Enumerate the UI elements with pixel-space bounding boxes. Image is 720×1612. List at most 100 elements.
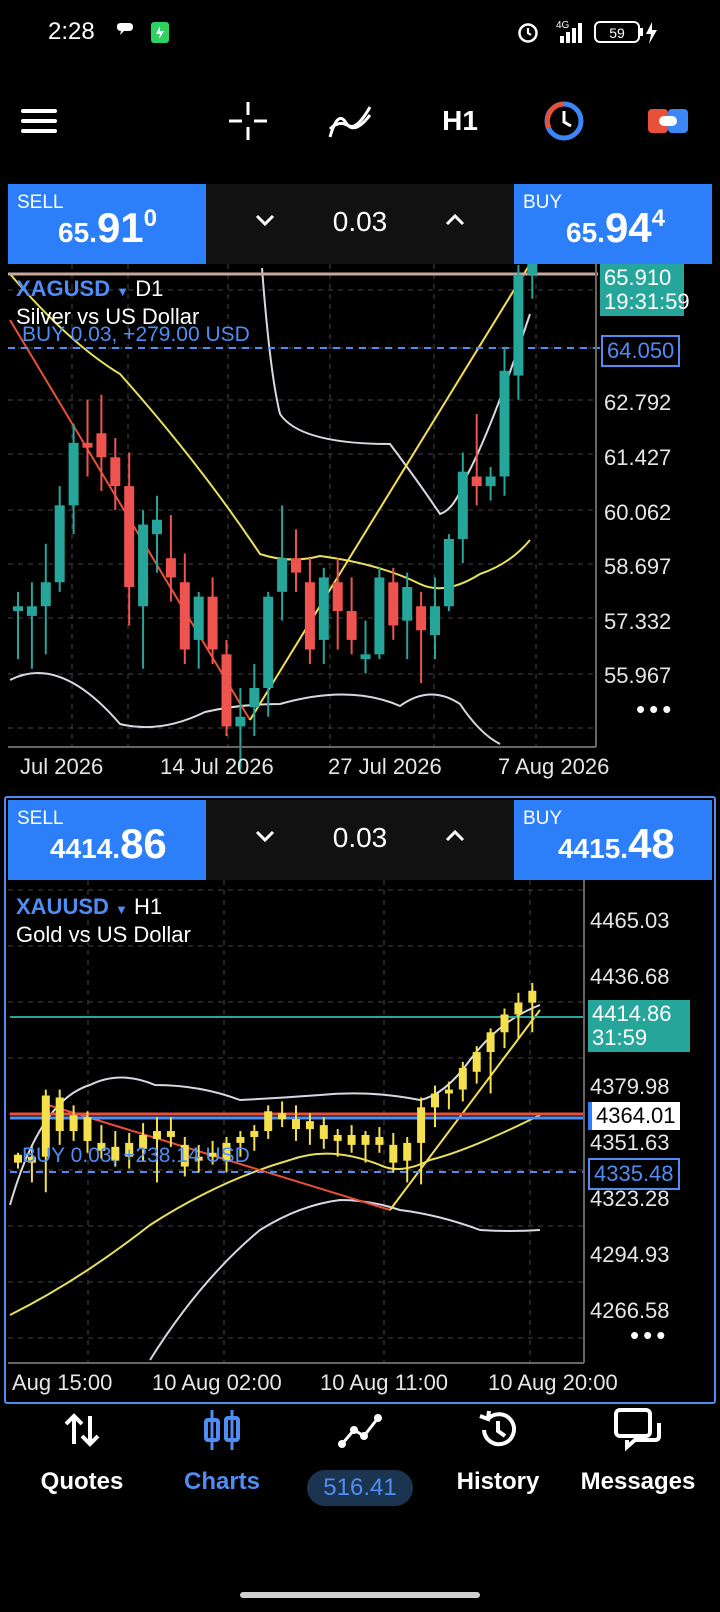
svg-text:59: 59	[609, 25, 625, 41]
silver-trade-bar: SELL 65.910 0.03 BUY 65.944	[8, 184, 712, 264]
nav-messages[interactable]: Messages	[568, 1400, 708, 1520]
balance-badge: 516.41	[307, 1470, 413, 1506]
position-label[interactable]: BUY 0.03, +238.14 USD	[22, 1144, 250, 1168]
indicators-button[interactable]	[328, 90, 372, 152]
gold-trade-bar: SELL 4414.86 0.03 BUY 4415.48	[8, 800, 712, 880]
gold-buy-button[interactable]: BUY 4415.48	[514, 800, 712, 880]
silver-sell-button[interactable]: SELL 65.910	[8, 184, 206, 264]
candle-body	[388, 582, 399, 626]
silver-buy-button[interactable]: BUY 65.944	[514, 184, 712, 264]
buy-label: BUY	[523, 192, 563, 213]
volume-field[interactable]: 0.03	[206, 822, 514, 854]
candle-body	[96, 433, 107, 458]
candle-body	[40, 582, 51, 607]
candle-body	[250, 1131, 259, 1137]
candle-body	[291, 558, 301, 573]
alarm-icon	[516, 20, 540, 49]
silver-chart[interactable]: XAGUSD ▼ D1 Silver vs US Dollar BUY 0.03…	[0, 264, 720, 780]
candle-body	[304, 582, 315, 650]
volume-increase-button[interactable]	[444, 822, 466, 854]
clock-button[interactable]	[542, 90, 586, 152]
silver-volume-control: 0.03	[206, 184, 514, 264]
entry-price-tag: 64.050	[601, 335, 681, 367]
candle-body	[514, 1002, 523, 1015]
price-tick: 4351.63	[590, 1130, 670, 1155]
indicators-icon	[328, 106, 372, 138]
candle-body	[486, 1032, 495, 1053]
candle-body	[513, 274, 524, 376]
position-label[interactable]: BUY 0.03, +279.00 USD	[22, 323, 250, 347]
candle-body	[444, 1089, 453, 1094]
candle-body	[69, 1115, 78, 1132]
candle-body	[152, 519, 162, 535]
battery-icon: 59	[594, 20, 660, 51]
candle-body	[124, 486, 135, 588]
candle-body	[277, 558, 288, 592]
candle-body	[472, 1052, 481, 1072]
candle-body	[403, 1142, 412, 1161]
candle-body	[263, 596, 274, 688]
gold-volume-control: 0.03	[206, 800, 514, 880]
silver-sell-price: 65.910	[58, 204, 158, 251]
candle-body	[374, 577, 385, 655]
time-tick: 7 Aug 2026	[498, 754, 610, 779]
candle-body	[179, 582, 190, 650]
price-tick: 57.332	[604, 609, 672, 634]
candle-body	[165, 558, 176, 578]
candle-body	[332, 582, 343, 612]
nav-quotes[interactable]: Quotes	[12, 1400, 152, 1520]
candle-body	[193, 596, 204, 640]
nav-trade[interactable]: 516.41	[290, 1400, 430, 1520]
candle-body	[153, 1131, 161, 1139]
volume-field[interactable]: 0.03	[206, 206, 514, 238]
nav-history[interactable]: History	[428, 1400, 568, 1520]
trade-button[interactable]	[646, 90, 690, 152]
candle-body	[528, 990, 537, 1003]
crosshair-button[interactable]	[226, 90, 270, 152]
notification-icon	[114, 22, 136, 47]
timeframe-button[interactable]: H1	[440, 90, 480, 152]
chart-toolbar: H1	[0, 90, 720, 152]
svg-text:4G: 4G	[556, 20, 570, 31]
candle-body	[14, 1154, 22, 1163]
battery-saver-icon	[150, 20, 170, 49]
messages-icon	[614, 1408, 661, 1452]
symbol-title[interactable]: XAGUSD ▼ D1	[16, 276, 163, 302]
menu-button[interactable]	[18, 90, 60, 152]
bid-price-tag: 4414.86 31:59	[588, 1000, 690, 1052]
candle-body	[82, 442, 93, 448]
candle-body	[318, 577, 329, 640]
symbol-description: Gold vs US Dollar	[16, 922, 191, 947]
price-tick: 4436.68	[590, 964, 670, 989]
history-icon	[479, 1410, 516, 1447]
signal-icon: 4G	[548, 18, 588, 49]
more-options-button[interactable]: •••	[636, 694, 675, 725]
candle-body	[417, 1107, 426, 1143]
time-tick: Jul 2026	[20, 754, 104, 779]
trade-graph-icon	[338, 1414, 382, 1448]
status-bar: 2:28 4G 59	[0, 0, 720, 66]
candle-body	[500, 1014, 509, 1033]
sell-label: SELL	[17, 192, 64, 213]
candle-body	[527, 264, 538, 275]
chevron-up-icon	[445, 213, 465, 226]
candle-body	[110, 457, 121, 487]
candle-body	[458, 1067, 467, 1090]
candle-body	[13, 606, 23, 612]
gold-sell-button[interactable]: SELL 4414.86	[8, 800, 206, 880]
candle-body	[249, 687, 260, 708]
bottom-navigation: Quotes Charts 516.41 History Messages	[0, 1400, 720, 1520]
price-tick: 58.697	[604, 554, 672, 579]
more-options-button[interactable]: •••	[630, 1320, 669, 1351]
price-tick: 55.967	[604, 663, 672, 688]
nav-charts[interactable]: Charts	[152, 1400, 292, 1520]
candle-body	[430, 606, 440, 636]
buy-label: BUY	[523, 808, 563, 829]
volume-increase-button[interactable]	[444, 206, 466, 238]
gold-chart[interactable]: XAUUSD ▼ H1 Gold vs US Dollar BUY 0.03, …	[0, 880, 720, 1400]
symbol-title[interactable]: XAUUSD ▼ H1	[16, 894, 162, 920]
time-tick: 10 Aug 02:00	[152, 1370, 282, 1395]
price-tick: 4323.28	[590, 1186, 670, 1211]
candle-body	[389, 1144, 398, 1163]
time-tick: 14 Jul 2026	[160, 754, 274, 779]
